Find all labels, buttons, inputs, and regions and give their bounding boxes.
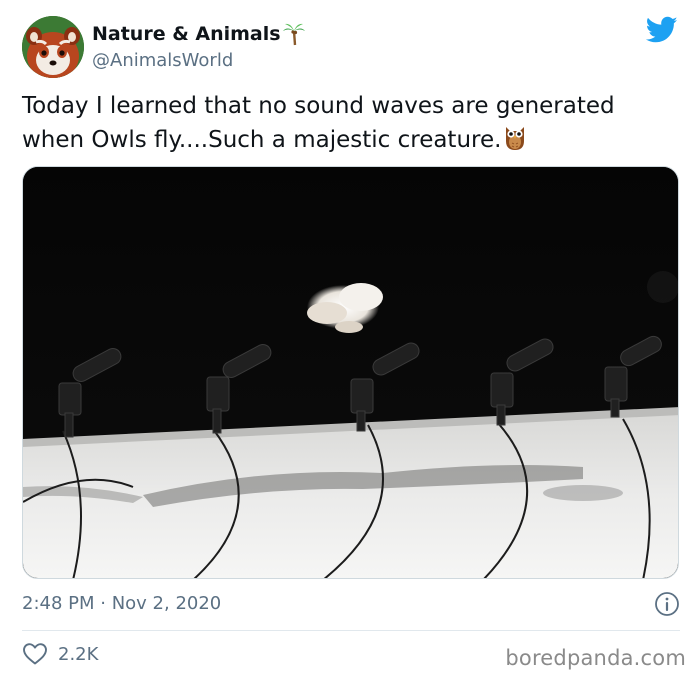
- heart-icon[interactable]: [22, 642, 48, 666]
- timestamp[interactable]: 2:48 PM · Nov 2, 2020: [22, 593, 221, 614]
- red-panda-avatar-image: [22, 16, 84, 78]
- like-button[interactable]: 2.2K: [22, 642, 98, 666]
- display-name[interactable]: Nature & Animals: [92, 23, 281, 45]
- twitter-bird-icon[interactable]: [645, 16, 678, 44]
- tweet-text-line-1: Today I learned that no sound waves are …: [22, 93, 615, 119]
- tweet-meta: 2:48 PM · Nov 2, 2020: [22, 591, 682, 617]
- name-row: Nature & Animals: [92, 22, 305, 46]
- tweet-text-line-2-row: when Owls fly....Such a majestic creatur…: [22, 123, 682, 157]
- like-count: 2.2K: [58, 643, 99, 665]
- owl-emoji-icon: [503, 123, 527, 151]
- info-icon[interactable]: [654, 591, 680, 617]
- tweet-text: Today I learned that no sound waves are …: [22, 90, 682, 157]
- avatar[interactable]: [22, 16, 84, 78]
- divider: [22, 630, 680, 631]
- tweet-footer: 2.2K boredpanda.com: [22, 640, 686, 676]
- owl-flight-scene: [23, 167, 678, 578]
- handle[interactable]: @AnimalsWorld: [92, 50, 233, 71]
- tweet-media-video[interactable]: [22, 166, 679, 579]
- tweet-header: Nature & Animals @AnimalsWorld: [22, 14, 682, 80]
- tweet-text-line-2: when Owls fly....Such a majestic creatur…: [22, 127, 502, 153]
- palm-tree-icon: [282, 22, 305, 46]
- watermark: boredpanda.com: [505, 646, 686, 670]
